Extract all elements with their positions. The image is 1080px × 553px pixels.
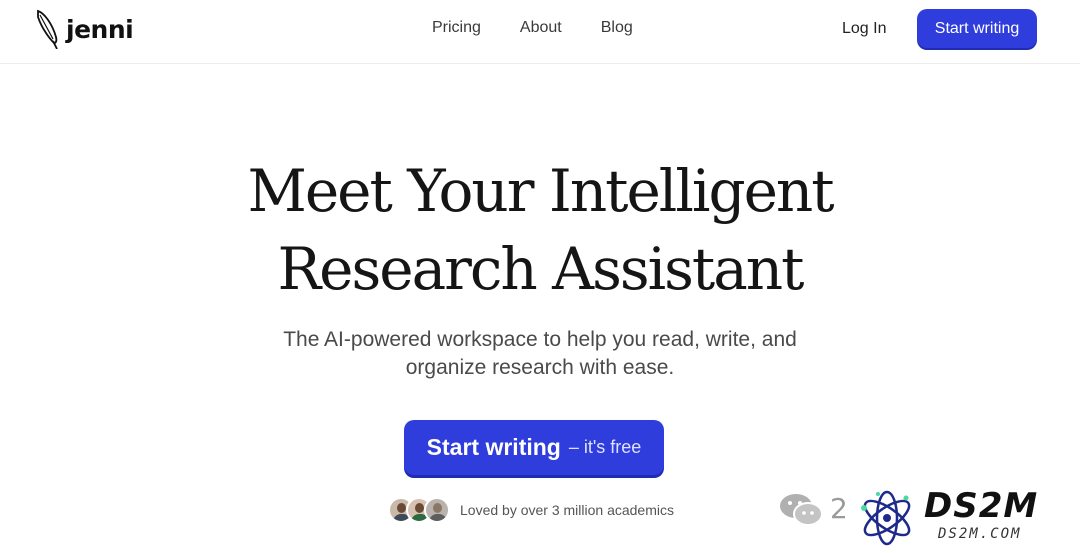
hero-title-line-1: Meet Your Intelligent [247,157,834,225]
watermark: 2 DS2M DS2M.COM [778,486,1078,552]
hero-title: Meet Your Intelligent Research Assistant [0,152,1080,308]
atom-icon [861,490,911,546]
nav-link-about[interactable]: About [520,18,562,38]
nav-start-writing-button[interactable]: Start writing [917,9,1037,48]
hero-title-line-2: Research Assistant [277,235,805,303]
watermark-digit: 2 [830,492,848,525]
watermark-url: DS2M.COM [938,526,1022,542]
social-proof: Loved by over 3 million academics [388,496,674,524]
avatar-group [388,497,450,523]
hero-cta-label: Start writing [426,434,561,460]
social-proof-text: Loved by over 3 million academics [460,502,674,518]
logo-text: jenni [66,14,134,44]
avatar [424,497,450,523]
logo-link[interactable]: jenni [34,9,134,49]
hero-start-writing-button[interactable]: Start writing – it's free [404,420,664,475]
top-navbar: jenni Pricing About Blog Log In Start wr… [0,0,1080,64]
hero-subtitle: The AI-powered workspace to help you rea… [0,326,1080,382]
hero-subtitle-line-1: The AI-powered workspace to help you rea… [283,328,797,351]
feather-logo-icon [37,9,58,49]
watermark-brand: DS2M [924,486,1039,526]
nav-link-pricing[interactable]: Pricing [432,18,481,38]
main-nav: Pricing About Blog [432,18,633,38]
login-link[interactable]: Log In [842,19,886,39]
nav-link-blog[interactable]: Blog [601,18,633,38]
hero-subtitle-line-2: organize research with ease. [405,356,675,379]
hero-cta-free-label: – it's free [568,437,642,457]
wechat-icon [780,494,823,526]
